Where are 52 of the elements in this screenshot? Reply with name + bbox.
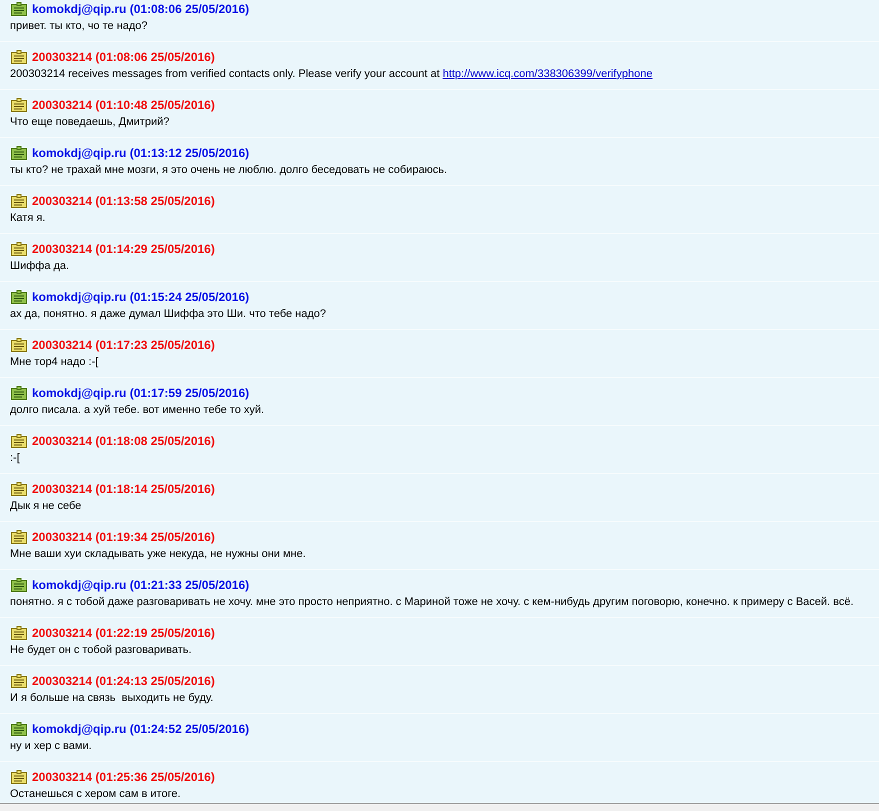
note-icon xyxy=(11,242,27,256)
note-icon xyxy=(11,626,27,640)
message-text: Дык я не себе xyxy=(10,498,82,514)
message-text: Останешься с хером сам в итоге. xyxy=(10,786,181,802)
note-icon xyxy=(11,386,27,400)
message-header: komokdj@qip.ru (01:08:06 25/05/2016) xyxy=(32,1,250,18)
note-icon xyxy=(11,434,27,448)
message-text: ах да, понятно. я даже думал Шиффа это Ши. что тебе надо? xyxy=(10,306,326,322)
message-text: понятно. я с тобой даже разговаривать не хочу. мне это просто неприятно. с Мариной тоже не хочу. с кем-нибудь другим поговорю, конечно. к примеру с Васей. всё. xyxy=(10,594,854,610)
note-icon xyxy=(11,674,27,688)
note-icon xyxy=(11,722,27,736)
message-text: ну и хер с вами. xyxy=(10,738,92,754)
message-text: И я больше на связь выходить не буду. xyxy=(10,690,214,706)
message-text: долго писала. а хуй тебе. вот именно тебе то хуй. xyxy=(10,402,264,418)
message-header: komokdj@qip.ru (01:24:52 25/05/2016) xyxy=(32,721,250,738)
message-text: Что еще поведаешь, Дмитрий? xyxy=(10,114,170,130)
message-header: 200303214 (01:19:34 25/05/2016) xyxy=(32,529,215,546)
message-header: 200303214 (01:14:29 25/05/2016) xyxy=(32,241,215,258)
message-header: komokdj@qip.ru (01:13:12 25/05/2016) xyxy=(32,145,250,162)
message-text: Мне ваши хуи складывать уже некуда, не нужны они мне. xyxy=(10,546,306,562)
note-icon xyxy=(11,50,27,64)
note-icon xyxy=(11,98,27,112)
message-header: komokdj@qip.ru (01:15:24 25/05/2016) xyxy=(32,289,250,306)
message-header: 200303214 (01:18:08 25/05/2016) xyxy=(32,433,215,450)
note-icon xyxy=(11,338,27,352)
message-header: 200303214 (01:24:13 25/05/2016) xyxy=(32,673,215,690)
message-header: 200303214 (01:08:06 25/05/2016) xyxy=(32,49,215,66)
message-text: :-[ xyxy=(10,450,20,466)
note-icon xyxy=(11,530,27,544)
message-header: 200303214 (01:25:36 25/05/2016) xyxy=(32,769,215,786)
note-icon xyxy=(11,770,27,784)
note-icon xyxy=(11,2,27,16)
message-header: 200303214 (01:18:14 25/05/2016) xyxy=(32,481,215,498)
message-text: Мне тор4 надо :-[ xyxy=(10,354,98,370)
message-text: ты кто? не трахай мне мозги, я это очень не люблю. долго беседовать не собираюсь. xyxy=(10,162,448,178)
note-icon xyxy=(11,578,27,592)
note-icon xyxy=(11,482,27,496)
message-header: komokdj@qip.ru (01:21:33 25/05/2016) xyxy=(32,577,250,594)
note-icon xyxy=(11,194,27,208)
message-text: Шиффа да. xyxy=(10,258,70,274)
message-text: Не будет он с тобой разговаривать. xyxy=(10,642,192,658)
message-header: 200303214 (01:10:48 25/05/2016) xyxy=(32,97,215,114)
note-icon xyxy=(11,290,27,304)
message-header: 200303214 (01:17:23 25/05/2016) xyxy=(32,337,215,354)
verify-link[interactable]: http://www.icq.com/338306399/verifyphone xyxy=(442,68,652,80)
message-text: 200303214 receives messages from verified contacts only. Please verify your account at http://www.icq.com/338306399/verifyphone xyxy=(10,66,652,82)
note-icon xyxy=(11,146,27,160)
message-header: 200303214 (01:22:19 25/05/2016) xyxy=(32,625,215,642)
message-text: привет. ты кто, чо те надо? xyxy=(10,18,148,34)
message-header: 200303214 (01:13:58 25/05/2016) xyxy=(32,193,215,210)
message-header: komokdj@qip.ru (01:17:59 25/05/2016) xyxy=(32,385,250,402)
message-text: Катя я. xyxy=(10,210,46,226)
